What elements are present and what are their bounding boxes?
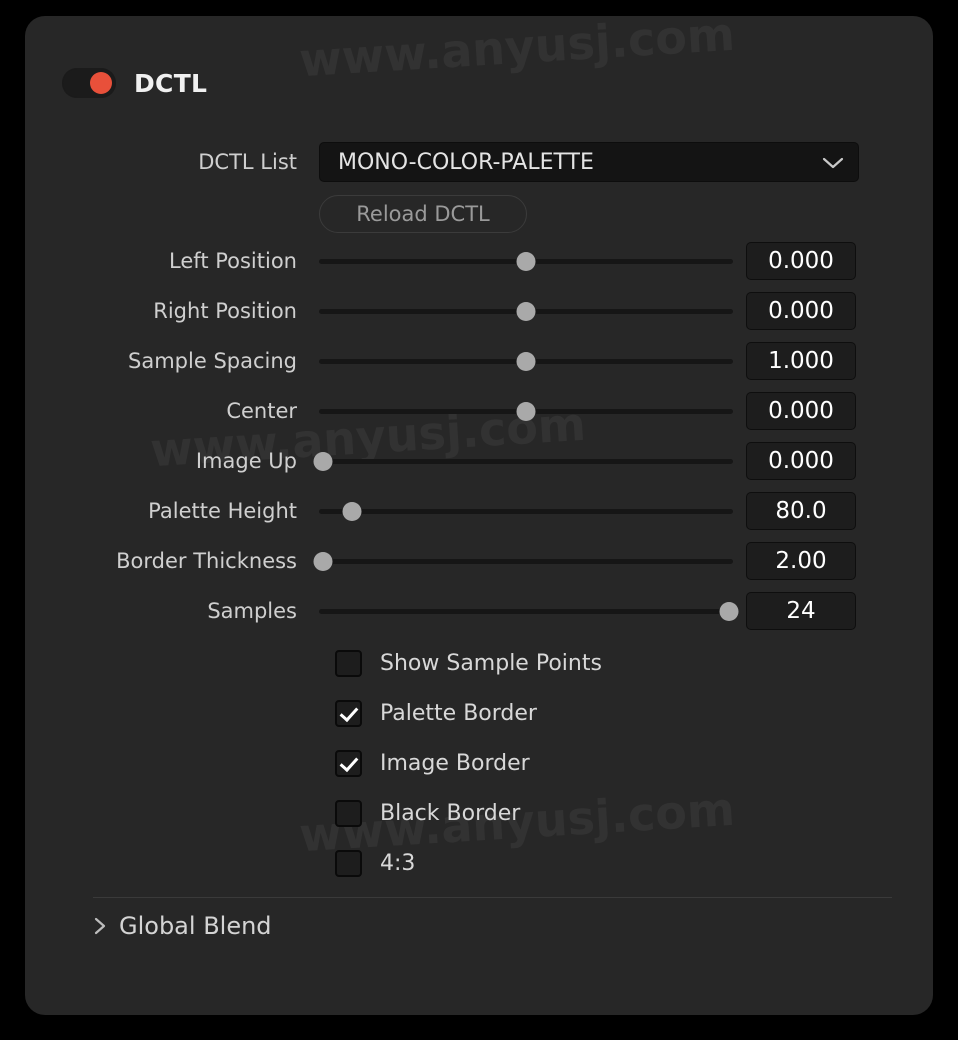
- slider-row: Palette Height 80.0: [62, 492, 892, 530]
- checkbox-unchecked-icon[interactable]: [335, 849, 362, 877]
- checkbox-unchecked-icon[interactable]: [335, 799, 362, 827]
- slider-thumb[interactable]: [313, 451, 333, 471]
- slider-control[interactable]: [319, 596, 739, 626]
- toggle-knob-icon: [90, 72, 112, 94]
- slider-row: Samples 24: [62, 592, 892, 630]
- checkbox-label: Image Border: [380, 750, 530, 776]
- checkbox-label: Black Border: [380, 800, 521, 826]
- checkbox-label: Palette Border: [380, 700, 537, 726]
- slider-label: Right Position: [153, 299, 297, 323]
- checkbox-checked-icon[interactable]: [335, 749, 362, 777]
- section-divider: [93, 897, 892, 898]
- slider-label: Palette Height: [148, 499, 297, 523]
- global-blend-label: Global Blend: [119, 912, 272, 940]
- slider-row: Sample Spacing 1.000: [62, 342, 892, 380]
- slider-row: Image Up 0.000: [62, 442, 892, 480]
- slider-thumb[interactable]: [516, 251, 536, 271]
- global-blend-section-header[interactable]: Global Blend: [93, 908, 272, 944]
- slider-thumb[interactable]: [516, 351, 536, 371]
- dctl-enable-toggle[interactable]: [62, 68, 116, 98]
- screen: www.anyusj.com www.anyusj.com www.anyusj…: [0, 0, 958, 1040]
- slider-label: Center: [226, 399, 297, 423]
- dctl-header: DCTL: [62, 68, 207, 98]
- slider-row: Border Thickness 2.00: [62, 542, 892, 580]
- slider-thumb[interactable]: [516, 401, 536, 421]
- slider-control[interactable]: [319, 346, 733, 376]
- slider-value-field[interactable]: 0.000: [746, 392, 856, 430]
- slider-track[interactable]: [319, 608, 733, 614]
- slider-value-field[interactable]: 0.000: [746, 442, 856, 480]
- chevron-down-icon: [822, 155, 844, 169]
- slider-value-field[interactable]: 80.0: [746, 492, 856, 530]
- slider-thumb[interactable]: [313, 551, 333, 571]
- slider-label: Sample Spacing: [128, 349, 297, 373]
- slider-control[interactable]: [319, 296, 733, 326]
- checkbox-checked-icon[interactable]: [335, 699, 362, 727]
- page-title: DCTL: [134, 68, 208, 98]
- checkbox-label: 4:3: [380, 850, 416, 876]
- slider-control[interactable]: [319, 396, 733, 426]
- slider-row: Left Position 0.000: [62, 242, 892, 280]
- slider-control[interactable]: [313, 446, 733, 476]
- slider-control[interactable]: [313, 546, 733, 576]
- dctl-list-selected-value: MONO-COLOR-PALETTE: [338, 149, 594, 175]
- dctl-list-label: DCTL List: [198, 150, 297, 174]
- slider-label: Image Up: [195, 449, 297, 473]
- slider-row: Right Position 0.000: [62, 292, 892, 330]
- slider-value-field[interactable]: 2.00: [746, 542, 856, 580]
- checkbox-row[interactable]: Image Border: [335, 746, 530, 780]
- checkbox-row[interactable]: Black Border: [335, 796, 520, 830]
- slider-thumb[interactable]: [719, 601, 739, 621]
- checkbox-row[interactable]: Palette Border: [335, 696, 537, 730]
- slider-track[interactable]: [319, 558, 733, 564]
- slider-track[interactable]: [319, 458, 733, 464]
- slider-value-field[interactable]: 24: [746, 592, 856, 630]
- slider-row: Center 0.000: [62, 392, 892, 430]
- slider-value-field[interactable]: 1.000: [746, 342, 856, 380]
- slider-value-field[interactable]: 0.000: [746, 292, 856, 330]
- checkbox-row[interactable]: 4:3: [335, 846, 415, 880]
- reload-dctl-row: Reload DCTL: [62, 194, 892, 234]
- dctl-list-row: DCTL List MONO-COLOR-PALETTE: [62, 142, 892, 182]
- dctl-list-dropdown[interactable]: MONO-COLOR-PALETTE: [319, 142, 859, 182]
- reload-dctl-button[interactable]: Reload DCTL: [319, 195, 527, 233]
- chevron-right-icon: [93, 916, 107, 936]
- slider-control[interactable]: [319, 496, 733, 526]
- slider-value-field[interactable]: 0.000: [746, 242, 856, 280]
- slider-track[interactable]: [319, 508, 733, 514]
- slider-thumb[interactable]: [342, 501, 362, 521]
- checkbox-label: Show Sample Points: [380, 650, 602, 676]
- slider-control[interactable]: [319, 246, 733, 276]
- slider-label: Left Position: [169, 249, 297, 273]
- slider-label: Border Thickness: [116, 549, 297, 573]
- slider-label: Samples: [207, 599, 297, 623]
- slider-thumb[interactable]: [516, 301, 536, 321]
- checkbox-row[interactable]: Show Sample Points: [335, 646, 602, 680]
- checkbox-unchecked-icon[interactable]: [335, 649, 362, 677]
